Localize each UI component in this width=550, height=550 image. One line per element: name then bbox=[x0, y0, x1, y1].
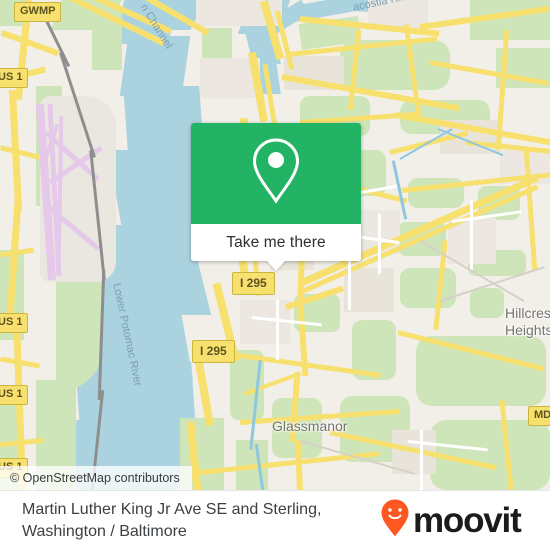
footer-bar: Martin Luther King Jr Ave SE and Sterlin… bbox=[0, 490, 550, 550]
moovit-wordmark: moovit bbox=[413, 501, 522, 540]
take-me-there-button[interactable]: Take me there bbox=[191, 224, 361, 261]
location-title: Martin Luther King Jr Ave SE and Sterlin… bbox=[0, 499, 380, 542]
location-title-line1: Martin Luther King Jr Ave SE and Sterlin… bbox=[22, 500, 322, 518]
shield-us1-c: US 1 bbox=[0, 385, 29, 405]
shield-us1-b: US 1 bbox=[0, 313, 29, 333]
map-pin-icon bbox=[248, 135, 304, 212]
map-canvas[interactable]: n Channel acostia River Lower Potomac Ri… bbox=[0, 0, 550, 490]
map-attribution[interactable]: © OpenStreetMap contributors bbox=[0, 466, 192, 490]
shield-gwmp: GWMP bbox=[14, 2, 62, 22]
callout-tail-pointer bbox=[266, 260, 286, 271]
shield-i295-b: I 295 bbox=[192, 340, 235, 363]
location-title-line2: Washington / Baltimore bbox=[22, 522, 187, 540]
callout-pin-area bbox=[191, 123, 361, 224]
shield-i295-a: I 295 bbox=[232, 272, 275, 295]
moovit-pin-icon bbox=[380, 498, 410, 543]
shield-us1-a: US 1 bbox=[0, 68, 29, 88]
moovit-brand[interactable]: moovit bbox=[380, 498, 535, 543]
shield-md: MD bbox=[528, 406, 550, 426]
screenshot-root: n Channel acostia River Lower Potomac Ri… bbox=[0, 0, 550, 550]
attribution-text: © OpenStreetMap contributors bbox=[10, 471, 180, 485]
take-me-there-callout[interactable]: Take me there bbox=[191, 123, 361, 271]
